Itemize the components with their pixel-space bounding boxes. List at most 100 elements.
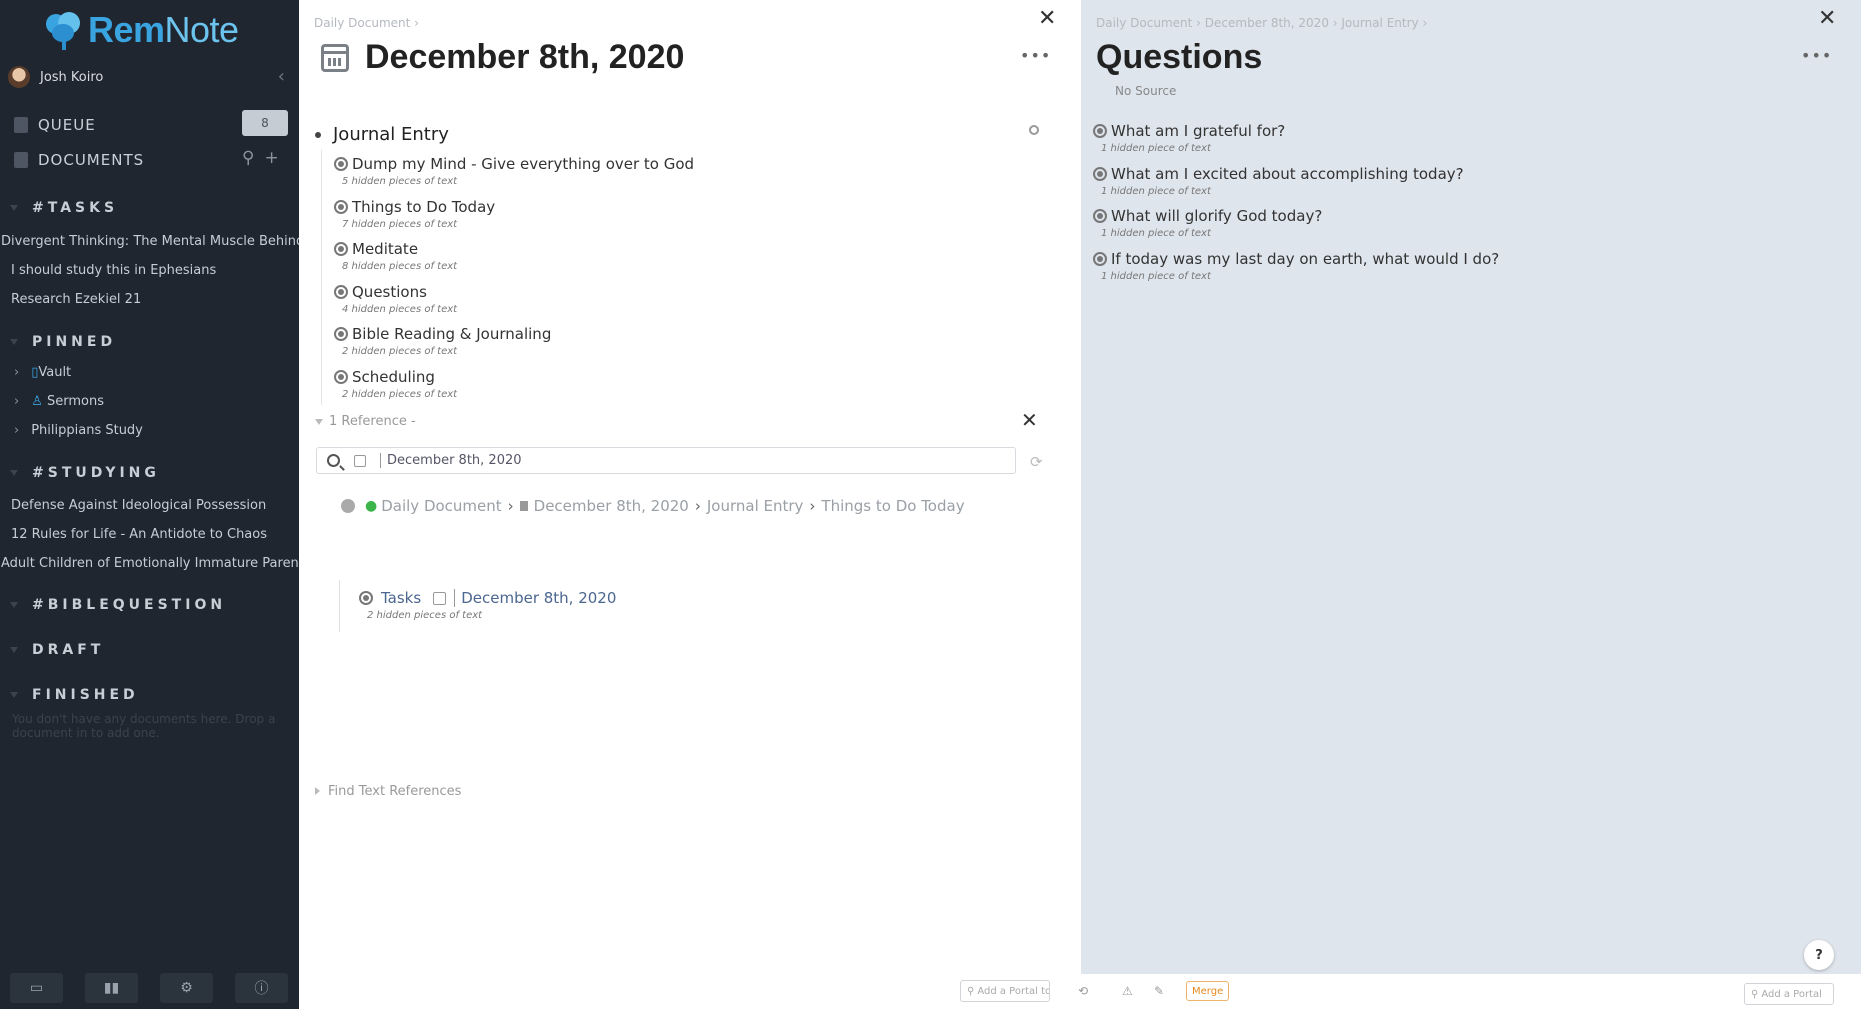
collapse-triangle-icon[interactable] xyxy=(10,602,18,608)
expand-chevron-icon[interactable]: › xyxy=(14,394,19,409)
sidebar-pinned-sermons[interactable]: › ♙ Sermons xyxy=(14,394,104,409)
rem-settings-icon[interactable] xyxy=(1029,125,1039,135)
breadcrumb-item[interactable]: December 8th, 2020 xyxy=(1205,16,1329,30)
add-portal-input[interactable]: ⚲Add a Portal to an e xyxy=(960,980,1050,1002)
rem-bullet-icon[interactable] xyxy=(1093,252,1107,266)
close-pane-icon[interactable]: ✕ xyxy=(1038,6,1056,31)
info-button[interactable]: ⓘ xyxy=(235,973,288,1003)
list-item[interactable]: What will glorify God today? 1 hidden pi… xyxy=(1093,207,1322,239)
rem-bullet[interactable] xyxy=(315,131,321,138)
list-item[interactable]: What am I grateful for? 1 hidden piece o… xyxy=(1093,122,1285,154)
expand-chevron-icon[interactable]: › xyxy=(14,423,19,438)
hidden-text-note[interactable]: 5 hidden pieces of text xyxy=(342,176,694,187)
hidden-text-note[interactable]: 2 hidden pieces of text xyxy=(367,610,616,621)
hidden-text-note[interactable]: 1 hidden piece of text xyxy=(1101,228,1322,239)
ref-path-item[interactable]: December 8th, 2020 xyxy=(534,497,689,515)
breadcrumb[interactable]: Daily Document › xyxy=(314,16,419,30)
no-source-label[interactable]: No Source xyxy=(1115,84,1176,98)
sidebar-doc-link[interactable]: 12 Rules for Life - An Antidote to Chaos xyxy=(11,527,267,542)
sidebar-doc-link[interactable]: I should study this in Ephesians xyxy=(11,263,216,278)
toggle-panel-button[interactable]: ▭ xyxy=(10,973,63,1003)
sidebar-pinned-philippians[interactable]: › Philippians Study xyxy=(14,423,143,438)
add-portal-input-right[interactable]: ⚲ Add a Portal xyxy=(1744,983,1834,1005)
collapse-triangle-icon[interactable] xyxy=(10,647,18,653)
collapse-sidebar-icon[interactable]: ‹ xyxy=(278,66,285,87)
ref-path-item[interactable]: Daily Document xyxy=(381,497,501,515)
page-title[interactable]: Questions xyxy=(1096,38,1262,77)
rem-bullet-icon[interactable] xyxy=(359,591,373,605)
sidebar-item-queue[interactable]: QUEUE xyxy=(14,116,96,134)
avatar[interactable] xyxy=(8,66,30,88)
section-pinned[interactable]: PINNED xyxy=(10,334,116,350)
section-draft[interactable]: DRAFT xyxy=(10,642,104,658)
reference-rem[interactable]: Tasks December 8th, 2020 2 hidden pieces… xyxy=(359,589,616,621)
hidden-text-note[interactable]: 1 hidden piece of text xyxy=(1101,271,1499,282)
rem-bullet-icon[interactable] xyxy=(1093,209,1107,223)
refresh-icon[interactable]: ⟳ xyxy=(1030,453,1043,471)
brush-icon[interactable]: ✎ xyxy=(1154,984,1168,998)
help-button[interactable]: ? xyxy=(1804,940,1834,970)
collapse-triangle-icon[interactable] xyxy=(10,339,18,345)
rem-bullet-icon[interactable] xyxy=(1093,124,1107,138)
stats-button[interactable]: ▮▮ xyxy=(85,973,138,1003)
collapse-triangle-icon[interactable] xyxy=(10,692,18,698)
warning-icon[interactable]: ⚠ xyxy=(1122,984,1136,998)
hidden-text-note[interactable]: 1 hidden piece of text xyxy=(1101,143,1285,154)
list-item[interactable]: Scheduling 2 hidden pieces of text xyxy=(334,368,457,400)
rem-bullet-icon[interactable] xyxy=(334,157,348,171)
remnote-logo[interactable]: RemNote xyxy=(44,8,239,52)
section-biblequestion[interactable]: #BIBLEQUESTION xyxy=(10,597,226,613)
merge-button[interactable]: Merge xyxy=(1186,981,1230,1001)
hidden-text-note[interactable]: 2 hidden pieces of text xyxy=(342,346,551,357)
section-studying[interactable]: #STUDYING xyxy=(10,465,160,481)
list-item[interactable]: Dump my Mind - Give everything over to G… xyxy=(334,155,694,187)
hidden-text-note[interactable]: 8 hidden pieces of text xyxy=(342,261,457,272)
reference-search-input[interactable]: December 8th, 2020 xyxy=(316,447,1016,474)
date-reference-link[interactable]: December 8th, 2020 xyxy=(454,589,616,607)
find-text-references-toggle[interactable]: Find Text References xyxy=(315,784,461,799)
rem-bullet-icon[interactable] xyxy=(334,242,348,256)
breadcrumb-item[interactable]: Journal Entry xyxy=(1341,16,1418,30)
rem-bullet-icon[interactable] xyxy=(334,200,348,214)
close-references-icon[interactable]: ✕ xyxy=(1021,408,1038,432)
sync-icon[interactable]: ⟲ xyxy=(1078,984,1092,998)
references-toggle[interactable]: 1 Reference - xyxy=(315,414,416,429)
more-options-icon[interactable]: ••• xyxy=(1020,46,1051,65)
hidden-text-note[interactable]: 7 hidden pieces of text xyxy=(342,219,495,230)
list-item[interactable]: Bible Reading & Journaling 2 hidden piec… xyxy=(334,325,551,357)
sidebar-item-documents[interactable]: DOCUMENTS xyxy=(14,151,144,169)
list-item[interactable]: Things to Do Today 7 hidden pieces of te… xyxy=(334,198,495,230)
user-row[interactable]: Josh Koiro ‹ xyxy=(8,64,291,90)
search-documents-icon[interactable]: ⚲ xyxy=(242,148,254,168)
expand-circle-icon[interactable] xyxy=(341,499,355,513)
list-item[interactable]: Questions 4 hidden pieces of text xyxy=(334,283,457,315)
collapse-triangle-icon[interactable] xyxy=(10,470,18,476)
hidden-text-note[interactable]: 1 hidden piece of text xyxy=(1101,186,1464,197)
settings-button[interactable]: ⚙ xyxy=(160,973,213,1003)
sidebar-doc-link[interactable]: Adult Children of Emotionally Immature P… xyxy=(1,556,299,571)
list-item[interactable]: Meditate 8 hidden pieces of text xyxy=(334,240,457,272)
ref-path-item[interactable]: Journal Entry xyxy=(707,497,804,515)
section-tasks[interactable]: #TASKS xyxy=(10,200,118,216)
rem-bullet-icon[interactable] xyxy=(334,327,348,341)
hidden-text-note[interactable]: 4 hidden pieces of text xyxy=(342,304,457,315)
list-item[interactable]: If today was my last day on earth, what … xyxy=(1093,250,1499,282)
sidebar-doc-link[interactable]: Divergent Thinking: The Mental Muscle Be… xyxy=(1,234,299,249)
rem-bullet-icon[interactable] xyxy=(334,285,348,299)
expand-chevron-icon[interactable]: › xyxy=(14,365,19,380)
rem-journal-entry[interactable]: Journal Entry xyxy=(315,124,449,145)
close-pane-icon[interactable]: ✕ xyxy=(1818,6,1836,31)
sidebar-pinned-vault[interactable]: › ▯Vault xyxy=(14,365,71,380)
queue-count-badge[interactable]: 8 xyxy=(242,110,288,136)
hidden-text-note[interactable]: 2 hidden pieces of text xyxy=(342,389,457,400)
more-options-icon[interactable]: ••• xyxy=(1801,46,1832,65)
ref-path-item[interactable]: Things to Do Today xyxy=(821,497,964,515)
add-document-icon[interactable]: + xyxy=(264,148,278,168)
rem-bullet-icon[interactable] xyxy=(1093,167,1107,181)
list-item[interactable]: What am I excited about accomplishing to… xyxy=(1093,165,1464,197)
breadcrumb-item[interactable]: Daily Document xyxy=(1096,16,1192,30)
collapse-triangle-icon[interactable] xyxy=(10,205,18,211)
sidebar-doc-link[interactable]: Defense Against Ideological Possession xyxy=(11,498,266,513)
rem-bullet-icon[interactable] xyxy=(334,370,348,384)
section-finished[interactable]: FINISHED xyxy=(10,687,139,703)
